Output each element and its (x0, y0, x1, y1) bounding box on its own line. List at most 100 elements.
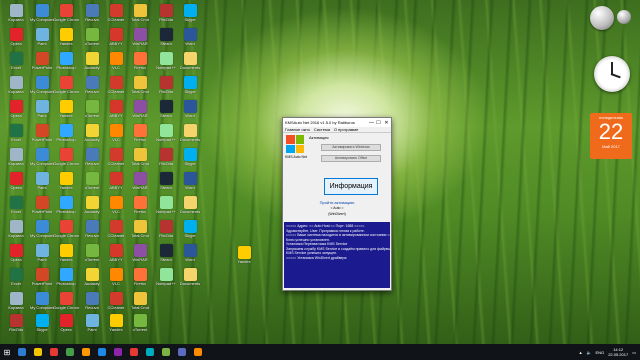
notifications-icon[interactable]: ▭ (632, 350, 636, 355)
desktop-icon[interactable]: Paint (30, 28, 54, 54)
desktop-icon[interactable]: Yandex (54, 172, 78, 198)
tab-system[interactable]: Система (314, 127, 330, 132)
desktop-icon[interactable]: Notepad++ (154, 196, 178, 222)
desktop-icon[interactable]: CCleaner (104, 4, 128, 30)
taskbar-app-icon[interactable] (174, 344, 190, 360)
desktop-icon[interactable]: Skype (178, 4, 202, 30)
desktop-icon[interactable]: ABBYY (104, 244, 128, 270)
desktop-icon[interactable]: Excel (4, 268, 28, 294)
desktop-icon[interactable]: WinRAR (128, 244, 152, 270)
desktop-icon[interactable]: FileZilla (4, 314, 28, 340)
network-icon[interactable]: ▲ (579, 350, 583, 355)
desktop-icon[interactable]: uTorrent (80, 172, 104, 198)
desktop-icon[interactable]: Excel (4, 124, 28, 150)
desktop-icon[interactable]: Google Chrome (53, 220, 79, 246)
info-button[interactable]: Информация (324, 178, 378, 195)
desktop-icon[interactable]: Recuva (80, 4, 104, 30)
desktop-icon[interactable]: Google Chrome (53, 4, 79, 30)
desktop-icon[interactable]: My Computer (30, 4, 54, 30)
desktop-icon[interactable]: Yandex (54, 28, 78, 54)
clock-gadget[interactable] (594, 56, 630, 92)
desktop-icon[interactable]: Recuva (80, 148, 104, 174)
tab-main[interactable]: Главное окно (285, 127, 310, 132)
desktop-icon[interactable]: Yandex (232, 246, 256, 272)
desktop-icon[interactable]: ABBYY (104, 100, 128, 126)
volume-icon[interactable]: 🔈 (587, 350, 592, 355)
desktop-icon[interactable]: Skype (178, 148, 202, 174)
desktop-icon[interactable]: Total Cmd (128, 220, 152, 246)
desktop-icon[interactable]: uTorrent (80, 100, 104, 126)
desktop-icon[interactable]: Notepad++ (154, 52, 178, 78)
desktop-icon[interactable]: CCleaner (104, 220, 128, 246)
start-button[interactable]: ⊞ (0, 344, 14, 360)
desktop-icon[interactable]: Audacity (80, 124, 104, 150)
activate-office-button[interactable]: Активировать Office (321, 155, 381, 162)
desktop-icon[interactable]: Steam (154, 28, 178, 54)
desktop-icon[interactable]: Google Chrome (53, 148, 79, 174)
desktop-icon[interactable]: WinRAR (128, 28, 152, 54)
desktop-icon[interactable]: Skype (178, 220, 202, 246)
desktop-icon[interactable]: Documents (178, 124, 202, 150)
maximize-button[interactable]: ☐ (375, 119, 382, 127)
desktop-icon[interactable]: Paint (80, 314, 104, 340)
desktop-icon[interactable]: VLC (104, 268, 128, 294)
weather-gadget[interactable] (590, 6, 614, 30)
desktop-icon[interactable]: Excel (4, 196, 28, 222)
desktop-icon[interactable]: uTorrent (128, 314, 152, 340)
close-button[interactable]: ✕ (382, 119, 391, 127)
desktop-icon[interactable]: ABBYY (104, 28, 128, 54)
taskbar-app-icon[interactable] (158, 344, 174, 360)
desktop-icon[interactable]: Audacity (80, 52, 104, 78)
desktop-icon[interactable]: VLC (104, 196, 128, 222)
desktop-icon[interactable]: My Computer (30, 220, 54, 246)
desktop-icon[interactable]: Opera (4, 172, 28, 198)
desktop-icon[interactable]: Firefox (128, 124, 152, 150)
desktop-icon[interactable]: Documents (178, 196, 202, 222)
desktop-icon[interactable]: Корзина (4, 220, 28, 246)
desktop-icon[interactable]: Word (178, 28, 202, 54)
desktop-icon[interactable]: Recuva (80, 76, 104, 102)
desktop-icon[interactable]: Steam (154, 100, 178, 126)
desktop-icon[interactable]: ABBYY (104, 172, 128, 198)
minimize-button[interactable]: — (368, 119, 375, 127)
desktop-icon[interactable]: Корзина (4, 148, 28, 174)
taskbar-app-icon[interactable] (142, 344, 158, 360)
desktop-icon[interactable]: PowerPoint (30, 52, 54, 78)
desktop-icon[interactable]: WinRAR (128, 172, 152, 198)
desktop-icon[interactable]: Word (178, 172, 202, 198)
desktop-icon[interactable]: Paint (30, 172, 54, 198)
desktop-icon[interactable]: Total Cmd (128, 76, 152, 102)
desktop-icon[interactable]: Word (178, 100, 202, 126)
desktop-icon[interactable]: Photoshop (54, 268, 78, 294)
taskbar-clock[interactable]: 14:12 22.05.2017 (608, 347, 628, 357)
desktop-icon[interactable]: Excel (4, 52, 28, 78)
desktop-icon[interactable]: FileZilla (154, 148, 178, 174)
activation-link[interactable]: Пройти активацию (283, 200, 391, 205)
desktop-icon[interactable]: VLC (104, 52, 128, 78)
desktop-icon[interactable]: Notepad++ (154, 124, 178, 150)
desktop-icon[interactable]: Audacity (80, 268, 104, 294)
desktop-icon[interactable]: Photoshop (54, 196, 78, 222)
taskbar-app-icon[interactable] (94, 344, 110, 360)
desktop-icon[interactable]: Opera (54, 314, 78, 340)
desktop-icon[interactable]: CCleaner (104, 76, 128, 102)
desktop-icon[interactable]: Yandex (54, 100, 78, 126)
desktop-icon[interactable]: Skype (178, 76, 202, 102)
desktop-icon[interactable]: FileZilla (154, 4, 178, 30)
desktop-icon[interactable]: Total Cmd (128, 148, 152, 174)
taskbar-app-icon[interactable] (190, 344, 206, 360)
language-indicator[interactable]: ENG (596, 350, 605, 355)
desktop-icon[interactable]: Documents (178, 52, 202, 78)
activate-windows-button[interactable]: Активировать Windows (321, 144, 381, 151)
desktop-icon[interactable]: Firefox (128, 268, 152, 294)
taskbar-app-icon[interactable] (110, 344, 126, 360)
desktop-icon[interactable]: Total Cmd (128, 4, 152, 30)
desktop-icon[interactable]: Yandex (54, 244, 78, 270)
desktop-icon[interactable]: WinRAR (128, 100, 152, 126)
desktop-icon[interactable]: uTorrent (80, 244, 104, 270)
desktop-icon[interactable]: VLC (104, 124, 128, 150)
desktop-icon[interactable]: Paint (30, 100, 54, 126)
desktop-icon[interactable]: Audacity (80, 196, 104, 222)
desktop-icon[interactable]: Recuva (80, 220, 104, 246)
desktop-icon[interactable]: PowerPoint (30, 268, 54, 294)
